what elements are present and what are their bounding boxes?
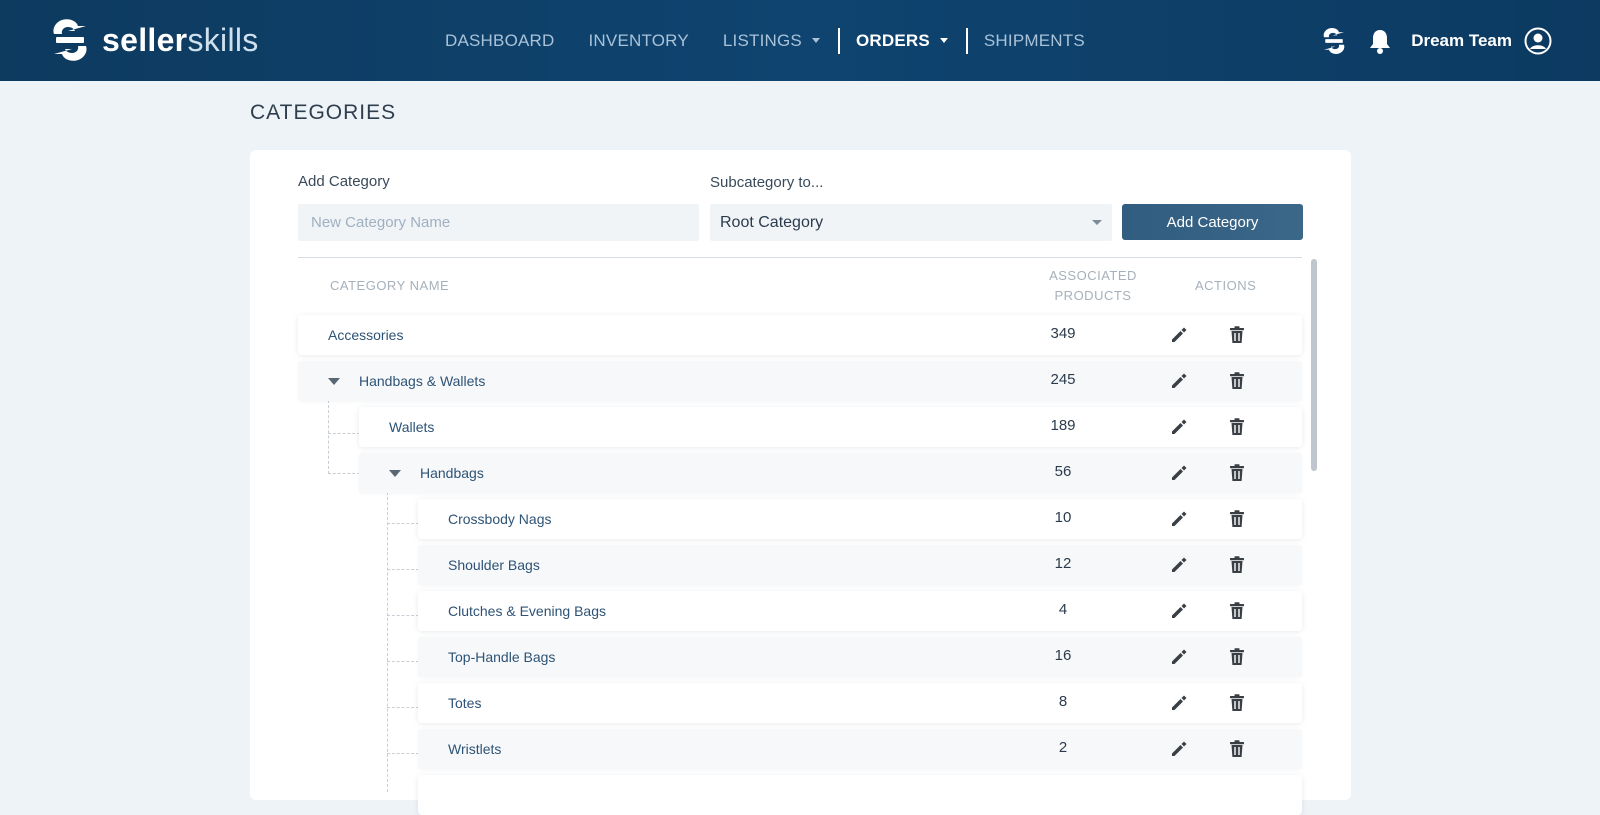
nav-listings-label: LISTINGS (722, 30, 802, 50)
bell-icon[interactable] (1365, 26, 1395, 56)
trash-icon[interactable] (1226, 646, 1248, 668)
categories-card: Add Category Subcategory to... Root Cate… (250, 150, 1351, 815)
sync-s-logo-icon (53, 19, 87, 61)
new-category-input[interactable] (298, 204, 699, 241)
nav-inventory-label: INVENTORY (588, 30, 689, 50)
pencil-icon[interactable] (1168, 738, 1190, 760)
nav-separator (837, 27, 840, 54)
category-name[interactable]: Crossbody Nags (448, 511, 552, 527)
category-name[interactable]: Top-Handle Bags (448, 649, 555, 665)
col-header-products: ASSOCIATED PRODUCTS (1047, 266, 1139, 306)
divider (298, 257, 1302, 258)
brand[interactable]: sellerskills (48, 16, 259, 64)
category-name[interactable]: Totes (448, 695, 481, 711)
product-count: 349 (1050, 325, 1076, 342)
trash-icon[interactable] (1226, 738, 1248, 760)
product-count: 245 (1050, 371, 1076, 388)
category-name[interactable]: Shoulder Bags (448, 557, 540, 573)
table-row[interactable] (418, 775, 1302, 815)
trash-icon[interactable] (1226, 554, 1248, 576)
table-row[interactable]: Wallets (359, 407, 1302, 447)
table-row[interactable]: Accessories (298, 315, 1302, 355)
pencil-icon[interactable] (1168, 692, 1190, 714)
trash-icon[interactable] (1226, 508, 1248, 530)
category-name[interactable]: Wristlets (448, 741, 501, 757)
trash-icon[interactable] (1226, 600, 1248, 622)
pencil-icon[interactable] (1168, 554, 1190, 576)
product-count: 2 (1058, 739, 1068, 756)
brand-name-light: skills (187, 21, 259, 58)
product-count: 16 (1054, 647, 1072, 664)
pencil-icon[interactable] (1168, 462, 1190, 484)
trash-icon[interactable] (1226, 692, 1248, 714)
brand-name-bold: seller (102, 21, 188, 58)
top-navbar: sellerskills DASHBOARD INVENTORY LISTING… (0, 0, 1600, 81)
parent-category-value: Root Category (720, 213, 824, 231)
chevron-down-icon (811, 38, 820, 43)
trash-icon[interactable] (1226, 370, 1248, 392)
main-nav: DASHBOARD INVENTORY LISTINGS ORDERS SHIP… (445, 0, 1119, 81)
tree-connector (328, 473, 360, 474)
caret-down-icon[interactable] (328, 378, 340, 385)
pencil-icon[interactable] (1168, 508, 1190, 530)
tree-connector (387, 707, 419, 708)
trash-icon[interactable] (1226, 324, 1248, 346)
tree-connector (387, 615, 419, 616)
subcategory-label: Subcategory to... (710, 174, 824, 191)
nav-shipments[interactable]: SHIPMENTS (984, 31, 1085, 51)
table-row[interactable]: Handbags (359, 453, 1302, 493)
pencil-icon[interactable] (1168, 646, 1190, 668)
nav-dashboard[interactable]: DASHBOARD (445, 31, 555, 51)
page-title: CATEGORIES (250, 101, 397, 124)
trash-icon[interactable] (1226, 462, 1248, 484)
chevron-down-icon (939, 38, 948, 43)
product-count: 189 (1050, 417, 1076, 434)
col-header-products-line1: ASSOCIATED (1049, 268, 1137, 283)
nav-listings[interactable]: LISTINGS (723, 31, 820, 51)
tree-connector (387, 661, 419, 662)
add-category-button[interactable]: Add Category (1122, 204, 1303, 240)
product-count: 10 (1054, 509, 1072, 526)
col-header-actions: ACTIONS (1195, 278, 1257, 293)
chevron-down-icon (1092, 220, 1102, 225)
tree-connector (387, 569, 419, 570)
nav-separator (965, 27, 968, 54)
parent-category-select[interactable]: Root Category (710, 204, 1112, 241)
pencil-icon[interactable] (1168, 324, 1190, 346)
product-count: 4 (1058, 601, 1068, 618)
nav-inventory[interactable]: INVENTORY (589, 31, 689, 51)
pencil-icon[interactable] (1168, 600, 1190, 622)
col-header-name: CATEGORY NAME (330, 278, 450, 293)
pencil-icon[interactable] (1168, 416, 1190, 438)
tree-connector (328, 400, 329, 474)
brand-name: sellerskills (102, 22, 259, 59)
table-row[interactable]: Handbags & Wallets (298, 361, 1302, 401)
pencil-icon[interactable] (1168, 370, 1190, 392)
scrollbar-thumb[interactable] (1311, 259, 1317, 471)
tree-connector (387, 492, 388, 792)
product-count: 8 (1058, 693, 1068, 710)
nav-shipments-label: SHIPMENTS (983, 30, 1085, 50)
user-circle-icon[interactable] (1524, 27, 1552, 55)
tree-connector (387, 753, 419, 754)
add-category-label: Add Category (298, 173, 390, 190)
category-name[interactable]: Accessories (328, 327, 403, 343)
caret-down-icon[interactable] (389, 470, 401, 477)
category-name[interactable]: Wallets (389, 419, 434, 435)
category-name[interactable]: Handbags (420, 465, 484, 481)
sync-icon[interactable] (1319, 26, 1349, 56)
nav-dashboard-label: DASHBOARD (445, 30, 555, 50)
user-name[interactable]: Dream Team (1411, 31, 1512, 51)
nav-orders[interactable]: ORDERS (856, 31, 948, 51)
category-name[interactable]: Clutches & Evening Bags (448, 603, 606, 619)
trash-icon[interactable] (1226, 416, 1248, 438)
nav-orders-label: ORDERS (855, 30, 930, 50)
product-count: 12 (1054, 555, 1072, 572)
nav-right: Dream Team (1303, 0, 1552, 81)
category-name[interactable]: Handbags & Wallets (359, 373, 485, 389)
tree-connector (328, 433, 360, 434)
product-count: 56 (1054, 463, 1072, 480)
tree-connector (387, 523, 419, 524)
col-header-products-line2: PRODUCTS (1054, 288, 1132, 303)
